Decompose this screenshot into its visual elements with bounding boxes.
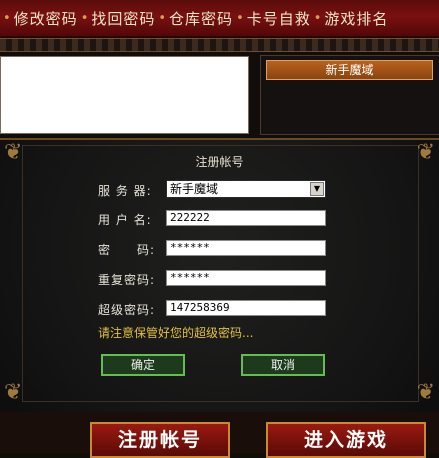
username-input[interactable]: 222222 (166, 210, 326, 226)
super-password-input[interactable]: 147258369 (166, 300, 326, 316)
server-label: 服 务 器: (98, 184, 152, 198)
nav-separator: • (158, 10, 167, 26)
super-password-hint: 请注意保管好您的超级密码... (98, 326, 254, 340)
server-select[interactable]: 新手魔域 ▼ (166, 180, 326, 198)
nav-separator: • (3, 10, 11, 26)
ornament-corner-icon: ❦ (416, 380, 435, 405)
server-select-value: 新手魔域 (170, 182, 219, 196)
news-panel (0, 56, 249, 134)
super-password-label: 超级密码: (98, 303, 156, 317)
nav-card-self-rescue[interactable]: 卡号自救 (247, 8, 311, 29)
ornament-divider (0, 38, 439, 52)
nav-recover-password[interactable]: 找回密码 (91, 8, 155, 29)
nav-separator: • (313, 10, 322, 26)
top-navigation: • 修改密码 • 找回密码 • 仓库密码 • 卡号自救 • 游戏排名 (0, 0, 439, 38)
dropdown-arrow-icon[interactable]: ▼ (310, 182, 324, 196)
ornament-corner-icon: ❦ (4, 380, 23, 405)
cancel-button[interactable]: 取消 (241, 354, 325, 376)
confirm-password-label: 重复密码: (98, 273, 156, 287)
username-label: 用 户 名: (98, 213, 152, 227)
form-title: 注册帐号 (195, 155, 244, 169)
nav-warehouse-password[interactable]: 仓库密码 (169, 8, 233, 29)
confirm-password-input[interactable]: ****** (166, 270, 326, 286)
password-label: 密 码: (98, 243, 156, 257)
nav-change-password[interactable]: 修改密码 (14, 8, 78, 29)
server-list-item[interactable]: 新手魔域 (266, 60, 433, 80)
password-input[interactable]: ****** (166, 240, 326, 256)
nav-separator: • (236, 10, 244, 26)
nav-game-ranking[interactable]: 游戏排名 (324, 8, 388, 29)
nav-separator: • (80, 10, 89, 26)
confirm-button[interactable]: 确定 (101, 354, 185, 376)
